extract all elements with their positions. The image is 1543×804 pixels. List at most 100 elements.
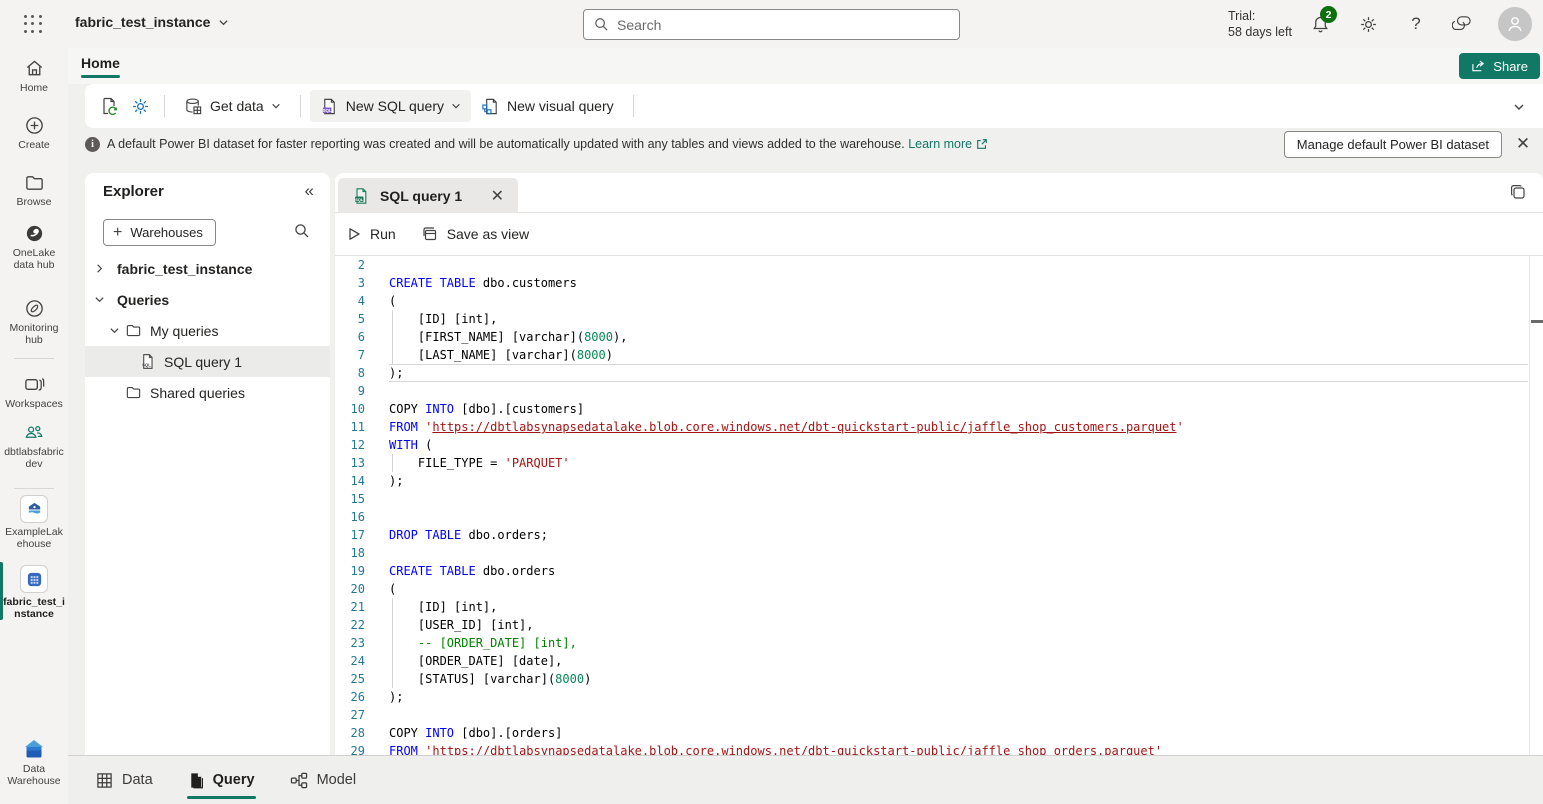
line-content: ); <box>389 472 1528 490</box>
line-content: ); <box>389 688 1528 706</box>
line-content: ( <box>389 580 1528 598</box>
view-tab-data[interactable]: Data <box>95 756 154 804</box>
warehouse-settings-button[interactable] <box>125 91 155 121</box>
rail-item-browse[interactable]: Browse <box>0 172 68 208</box>
explorer-search-icon[interactable] <box>294 223 310 239</box>
code-line-15[interactable]: 15 <box>335 490 1543 508</box>
tree-item-sql-query-1[interactable]: SQL SQL query 1 <box>85 346 330 377</box>
tree-item-queries[interactable]: Queries <box>85 284 330 315</box>
document-refresh-icon <box>100 96 120 116</box>
banner-close-icon[interactable]: ✕ <box>1512 133 1534 155</box>
rail-item-onelake-data-hub[interactable]: OneLake data hub <box>0 223 68 271</box>
code-line-23[interactable]: 23 -- [ORDER_DATE] [int], <box>335 634 1543 652</box>
app-launcher-icon[interactable] <box>22 13 44 35</box>
copy-icon[interactable] <box>1509 183 1527 201</box>
new-sql-query-button[interactable]: SQL New SQL query <box>310 90 471 122</box>
line-number: 6 <box>335 328 365 346</box>
model-icon <box>290 772 308 789</box>
feedback-button[interactable] <box>1450 12 1474 36</box>
code-line-28[interactable]: 28COPY INTO [dbo].[orders] <box>335 724 1543 742</box>
rail-item-monitoring-hub[interactable]: Monitoring hub <box>0 298 68 346</box>
tree-item-my-queries[interactable]: My queries <box>85 315 330 346</box>
rail-item-dbtlabsfabricdev[interactable]: dbtlabsfabricdev <box>0 422 68 470</box>
help-icon: ? <box>1411 14 1420 34</box>
account-avatar[interactable] <box>1498 7 1532 41</box>
header-row: Home Share <box>0 48 1543 84</box>
explorer-tree: fabric_test_instance Queries My queries … <box>85 253 330 408</box>
new-visual-query-button[interactable]: New visual query <box>471 90 624 122</box>
tab-home[interactable]: Home <box>81 55 120 71</box>
settings-button[interactable] <box>1356 12 1380 36</box>
explorer-title: Explorer <box>103 183 164 200</box>
trial-status: Trial: 58 days left <box>1228 8 1292 40</box>
notifications-button[interactable]: 2 <box>1308 12 1332 36</box>
tab-sql-query-1[interactable]: SQL SQL query 1 ✕ <box>338 178 518 213</box>
code-line-18[interactable]: 18 <box>335 544 1543 562</box>
rail-item-data-warehouse[interactable]: Data Warehouse <box>0 738 68 787</box>
share-button[interactable]: Share <box>1459 53 1540 79</box>
save-as-view-button[interactable]: Save as view <box>422 226 529 242</box>
refresh-dataset-button[interactable] <box>95 91 125 121</box>
sql-file-icon: SQL <box>139 353 156 370</box>
code-line-24[interactable]: 24 [ORDER_DATE] [date], <box>335 652 1543 670</box>
code-line-9[interactable]: 9 <box>335 382 1543 400</box>
code-line-16[interactable]: 16 <box>335 508 1543 526</box>
line-content <box>389 706 1528 724</box>
learn-more-link[interactable]: Learn more <box>908 137 988 151</box>
line-number: 4 <box>335 292 365 310</box>
code-line-20[interactable]: 20( <box>335 580 1543 598</box>
code-line-6[interactable]: 6 [FIRST_NAME] [varchar](8000), <box>335 328 1543 346</box>
overview-ruler-mark <box>1531 320 1543 323</box>
sql-code-editor[interactable]: 23CREATE TABLE dbo.customers4(5 [ID] [in… <box>335 256 1543 755</box>
code-line-21[interactable]: 21 [ID] [int], <box>335 598 1543 616</box>
line-content: FROM 'https://dbtlabsynapsedatalake.blob… <box>389 418 1528 436</box>
code-line-25[interactable]: 25 [STATUS] [varchar](8000) <box>335 670 1543 688</box>
rail-item-workspaces[interactable]: Workspaces <box>0 374 68 410</box>
editor-overview-ruler[interactable] <box>1529 256 1543 755</box>
line-content: COPY INTO [dbo].[orders] <box>389 724 1528 742</box>
rail-item-create[interactable]: Create <box>0 115 68 151</box>
tree-item-shared-queries[interactable]: Shared queries <box>85 377 330 408</box>
code-line-17[interactable]: 17DROP TABLE dbo.orders; <box>335 526 1543 544</box>
rail-item-fabric-test-instance[interactable]: fabric_test_instance <box>0 565 68 620</box>
code-line-12[interactable]: 12WITH ( <box>335 436 1543 454</box>
lakehouse-icon <box>20 495 48 523</box>
code-line-19[interactable]: 19CREATE TABLE dbo.orders <box>335 562 1543 580</box>
get-data-button[interactable]: Get data <box>174 90 291 122</box>
view-tab-model[interactable]: Model <box>289 756 358 804</box>
workspace-switcher[interactable]: fabric_test_instance <box>75 14 229 30</box>
ribbon-toolbar: Get data SQL New SQL query New visual qu… <box>85 84 1543 128</box>
chevron-down-icon <box>451 101 461 111</box>
rail-item-home[interactable]: Home <box>0 58 68 94</box>
code-line-7[interactable]: 7 [LAST_NAME] [varchar](8000) <box>335 346 1543 364</box>
code-line-2[interactable]: 2 <box>335 256 1543 274</box>
ribbon-collapse-chevron[interactable] <box>1513 101 1525 113</box>
line-content: -- [ORDER_DATE] [int], <box>389 634 1528 652</box>
view-tab-query[interactable]: Query <box>187 756 256 804</box>
code-line-11[interactable]: 11FROM 'https://dbtlabsynapsedatalake.bl… <box>335 418 1543 436</box>
global-search[interactable] <box>583 9 960 40</box>
code-line-4[interactable]: 4( <box>335 292 1543 310</box>
code-line-13[interactable]: 13 FILE_TYPE = 'PARQUET' <box>335 454 1543 472</box>
help-button[interactable]: ? <box>1404 12 1428 36</box>
code-line-8[interactable]: 8); <box>335 364 1543 382</box>
collapse-panel-icon[interactable]: « <box>305 181 314 201</box>
run-button[interactable]: Run <box>347 226 396 242</box>
browse-icon <box>24 172 45 193</box>
code-line-3[interactable]: 3CREATE TABLE dbo.customers <box>335 274 1543 292</box>
rail-item-examplelakehouse[interactable]: ExampleLakehouse <box>0 495 68 550</box>
line-number: 15 <box>335 490 365 508</box>
add-warehouses-button[interactable]: + Warehouses <box>103 219 216 246</box>
code-line-10[interactable]: 10COPY INTO [dbo].[customers] <box>335 400 1543 418</box>
search-input[interactable] <box>617 17 949 33</box>
code-line-22[interactable]: 22 [USER_ID] [int], <box>335 616 1543 634</box>
tree-item-warehouse-root[interactable]: fabric_test_instance <box>85 253 330 284</box>
manage-default-dataset-button[interactable]: Manage default Power BI dataset <box>1284 131 1502 158</box>
line-number: 7 <box>335 346 365 364</box>
code-line-5[interactable]: 5 [ID] [int], <box>335 310 1543 328</box>
tab-close-icon[interactable]: ✕ <box>487 186 508 206</box>
code-line-14[interactable]: 14); <box>335 472 1543 490</box>
code-line-27[interactable]: 27 <box>335 706 1543 724</box>
code-line-29[interactable]: 29FROM 'https://dbtlabsynapsedatalake.bl… <box>335 742 1543 755</box>
code-line-26[interactable]: 26); <box>335 688 1543 706</box>
